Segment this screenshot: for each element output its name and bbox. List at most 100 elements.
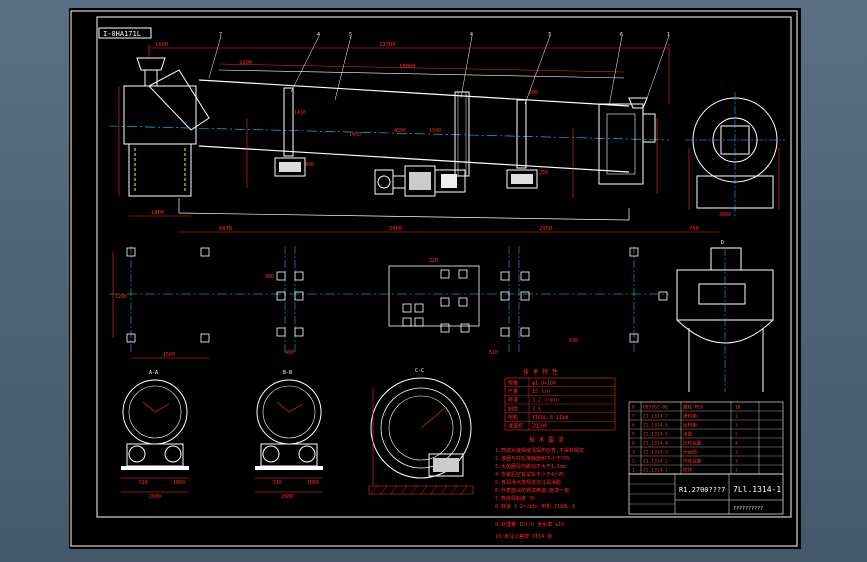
main-elevation-view: 23700 1600 18000 2100 6070 5000 2950 700… [108, 32, 719, 233]
plan-dim-3: 900 [265, 274, 274, 280]
part-code-4: Z1.1314-4 [643, 441, 668, 447]
part-no-6: 2 [632, 459, 635, 465]
plan-dim-5: 630 [569, 338, 578, 344]
plan-dim-2: 1200 [115, 294, 127, 300]
dim-10: 700 [689, 226, 699, 232]
note-10: 10.未注公差按 IT14 级 [495, 533, 552, 540]
technical-notes: 技 术 要 求 1.筒体对接焊缝须探伤检查,不得有裂纹 2.滚圈与托轮接触面积不… [495, 436, 584, 540]
part-code-6: Z1.1314-2 [643, 459, 668, 465]
cad-viewport: I-0HA171L 23700 1600 18000 2100 6070 500… [0, 0, 867, 562]
parts-list: 8 GB5782-86 螺栓 M20 16 7 Z1.1314-7 进料箱 1 … [628, 401, 784, 475]
dim-13: 600 [529, 90, 538, 96]
dim-12: 1500 [429, 128, 441, 134]
spec-v3: 3 % [532, 406, 541, 412]
label-aa: A-A [149, 370, 158, 376]
spec-v2: 3.2 r/min [532, 398, 559, 404]
spec-v4: Y160L-6 11kW [532, 415, 569, 421]
balloon-7: 7 [219, 32, 222, 38]
drawing-sheet: I-0HA171L 23700 1600 18000 2100 6070 500… [69, 8, 801, 549]
spec-k0: 规格 [508, 380, 518, 387]
drum-bottom-line [198, 145, 630, 173]
note-8: 8.转速 3.2r/min 电机 Y160L-6 [495, 503, 575, 510]
table-title-code: R1.2700???7 [679, 486, 725, 494]
foundation-plan: 1500 1200 900 320 630 400 510 [109, 246, 669, 359]
dim-8: 5000 [389, 226, 402, 232]
end-view: 3000 [685, 92, 785, 218]
label-d: D [721, 240, 724, 246]
title-tag: I-0HA171L [103, 30, 141, 38]
rotary-dryer-drawing: I-0HA171L 23700 1600 18000 2100 6070 500… [70, 10, 798, 547]
balloon-4a: 4 [317, 32, 320, 38]
part-code-2: Z1.1314-6 [643, 423, 668, 429]
dim-drum: 18000 [399, 64, 416, 70]
section-c-c: C-C [368, 368, 474, 495]
part-no-4: 4 [632, 441, 635, 447]
part-qty-2: 1 [735, 423, 738, 429]
balloon-6: 6 [620, 32, 623, 38]
part-code-0: GB5782-86 [643, 405, 668, 411]
sec-a-dim2: 1060 [173, 480, 185, 486]
dim-15: 250 [539, 170, 548, 176]
spec-k3: 斜度 [508, 405, 518, 412]
note-6: 6.外表面涂防锈漆两遍,面漆一遍 [495, 487, 569, 494]
spec-v5: ZQ500 [532, 424, 547, 430]
notes-title: 技 术 要 求 [529, 436, 564, 444]
spec-title: 技 术 特 性 [523, 368, 558, 376]
drawing-number: 7Ll.1314-1 [733, 485, 781, 494]
note-4: 4.安装后空载试车不少于4小时 [495, 471, 564, 478]
note-7: 7.筒体倾斜度 3% [495, 495, 535, 502]
spec-k4: 电机 [508, 414, 518, 421]
sec-b-dim3: 2600 [281, 494, 293, 500]
balloon-3: 3 [548, 32, 551, 38]
spec-k2: 转速 [508, 397, 518, 404]
dim-11: 4500 [394, 128, 406, 134]
feed-box [123, 85, 197, 145]
part-no-3: 5 [632, 432, 635, 438]
dim-5: 6070 [219, 226, 232, 232]
part-qty-1: 1 [735, 414, 738, 420]
part-no-1: 7 [632, 414, 635, 420]
balloon-4b: 4 [470, 32, 473, 38]
inlet-hopper [136, 57, 166, 71]
sec-b-dim2: 1060 [307, 480, 319, 486]
note-9: 9.处理量 15t/h 含水率 ≤1% [495, 521, 564, 528]
part-name-2: 出料箱 [683, 422, 697, 429]
part-no-5: 3 [632, 450, 635, 456]
part-code-5: Z1.1314-3 [643, 450, 668, 456]
note-1: 1.筒体对接焊缝须探伤检查,不得有裂纹 [495, 447, 584, 454]
part-qty-5: 1 [735, 450, 738, 456]
spec-v1: 15 t/h [532, 389, 550, 395]
dim-feed: 1600 [155, 42, 168, 48]
part-name-0: 螺栓 M20 [683, 404, 703, 411]
section-b-b: B-B 510 1060 2600 [255, 370, 323, 500]
riding-ring-right [516, 99, 527, 169]
drum-top-line [198, 79, 630, 107]
part-qty-3: 2 [735, 432, 738, 438]
drawing-number-small: ?????????? [733, 506, 763, 512]
part-name-7: 筒体 [683, 467, 693, 474]
plan-dim-1: 1500 [163, 352, 175, 358]
section-a-a: A-A 510 1060 2600 [121, 370, 189, 500]
plan-dim-6: 400 [285, 350, 294, 356]
balloon-1: 1 [667, 32, 670, 38]
part-name-1: 进料箱 [683, 413, 697, 420]
sec-a-dim3: 2600 [149, 494, 161, 500]
spec-table: 技 术 特 性 规格 φ1.8×18m 产量 15 t/h 转速 3.2 r/m… [504, 368, 616, 431]
riding-ring-left [283, 87, 294, 157]
part-no-7: 1 [632, 468, 635, 474]
drive-unit [374, 165, 466, 197]
note-3: 3.大齿圈径向跳动不大于1.5mm [495, 463, 566, 470]
label-bb: B-B [283, 370, 292, 376]
girth-gear [454, 91, 470, 177]
sec-a-dim1: 510 [139, 480, 148, 486]
part-qty-7: 1 [735, 468, 738, 474]
dim-16: 400 [305, 162, 314, 168]
part-qty-4: 4 [735, 441, 738, 447]
balloon-5: 5 [349, 32, 352, 38]
title-block: R1.2700???7 7Ll.1314-1 ?????????? [628, 473, 784, 515]
end-dim: 3000 [719, 212, 731, 218]
label-cc: C-C [415, 368, 424, 374]
part-code-1: Z1.1314-7 [643, 414, 668, 420]
discharge-side-view: D [676, 240, 774, 392]
dim-9: 1450 [349, 132, 361, 138]
